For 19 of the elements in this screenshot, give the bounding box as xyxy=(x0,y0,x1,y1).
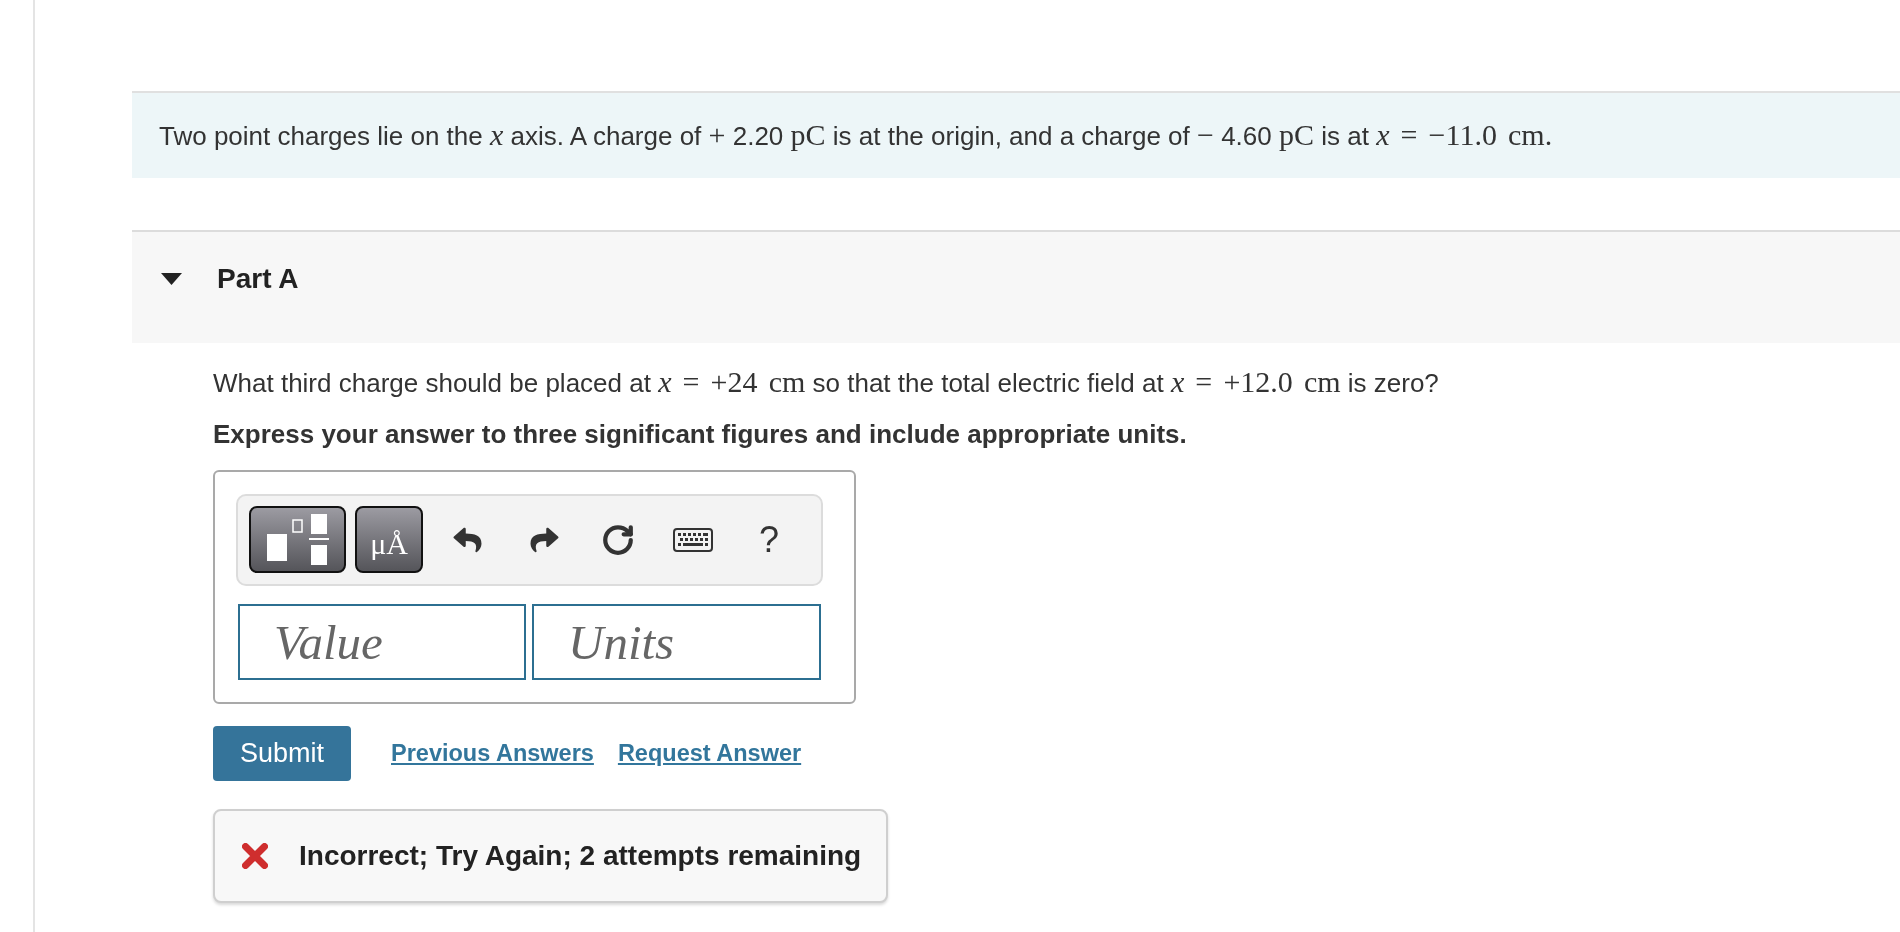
feedback-text: Incorrect; Try Again; 2 attempts remaining xyxy=(299,839,862,873)
part-title: Part A xyxy=(217,263,299,295)
value-field[interactable]: Value xyxy=(238,604,526,680)
submit-button[interactable]: Submit xyxy=(213,726,351,781)
request-answer-link[interactable]: Request Answer xyxy=(617,735,802,772)
keyboard-icon[interactable] xyxy=(673,527,713,552)
caret-icon[interactable] xyxy=(161,273,182,285)
question-text: What third charge should be placed at x = +24 cm so that the total electric field at x = +12.0 cm is zero? xyxy=(213,366,1439,399)
templates-button[interactable] xyxy=(249,506,346,573)
previous-answers-link[interactable]: Previous Answers xyxy=(391,735,594,772)
undo-icon[interactable] xyxy=(453,525,482,554)
units-button[interactable]: μÅ xyxy=(355,506,423,573)
instruction-text: Express your answer to three significant figures and include appropriate units. xyxy=(213,418,1187,450)
template-icon xyxy=(266,514,329,565)
help-button[interactable]: ? xyxy=(757,521,782,558)
reset-icon[interactable] xyxy=(601,522,635,557)
units-field[interactable]: Units xyxy=(532,604,821,680)
redo-icon[interactable] xyxy=(530,525,559,554)
problem-statement: Two point charges lie on the x axis. A charge of + 2.20 pC is at the origin, and a charge of − 4.60 pC is at x = −11.0 cm. xyxy=(159,119,1553,152)
